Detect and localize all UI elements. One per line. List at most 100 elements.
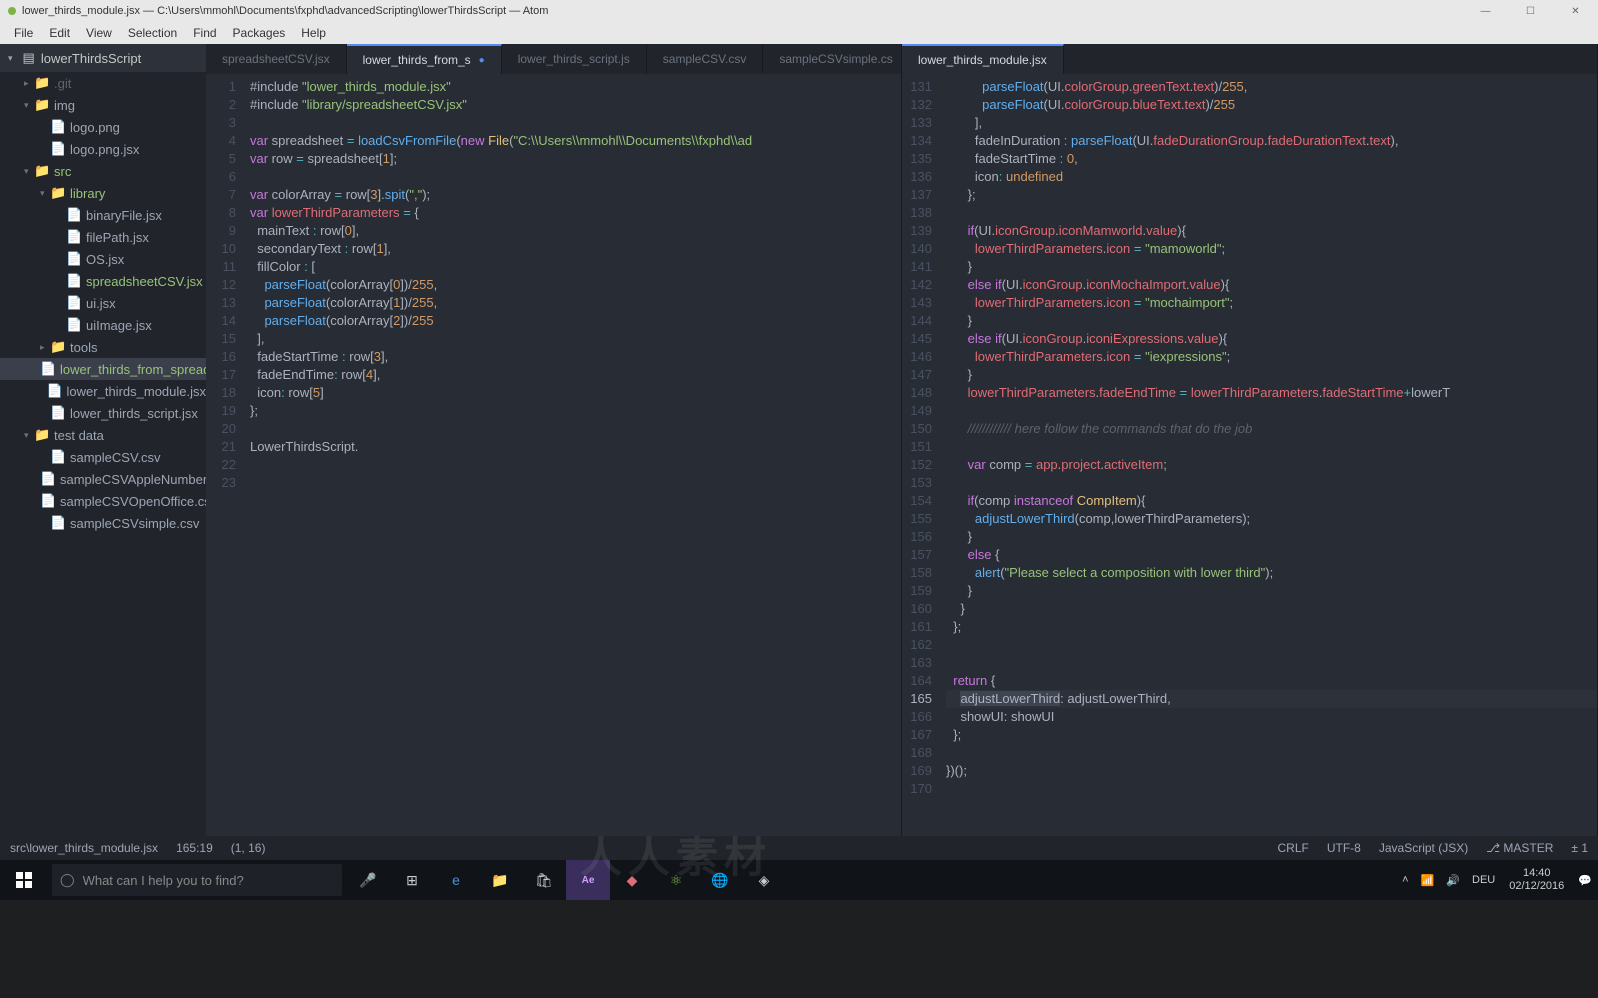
editor-tab[interactable]: spreadsheetCSV.jsx <box>206 44 347 74</box>
menu-view[interactable]: View <box>78 26 120 40</box>
tray-network-icon[interactable]: 📶 <box>1415 874 1441 887</box>
tree-item-label: binaryFile.jsx <box>86 208 162 223</box>
code-editor-right[interactable]: 1311321331341351361371381391401411421431… <box>902 74 1597 836</box>
status-encoding[interactable]: UTF-8 <box>1327 841 1361 855</box>
tree-item[interactable]: 📄filePath.jsx <box>0 226 206 248</box>
editor-tab[interactable]: sampleCSVsimple.cs <box>763 44 909 74</box>
tree-item-label: sampleCSVOpenOffice.csv <box>60 494 206 509</box>
tree-item[interactable]: 📄logo.png.jsx <box>0 138 206 160</box>
maximize-button[interactable]: ☐ <box>1508 0 1553 22</box>
editor-tab[interactable]: lower_thirds_module.jsx <box>902 44 1064 74</box>
tree-item[interactable]: 📄sampleCSVAppleNumbers.cs <box>0 468 206 490</box>
task-view-icon[interactable]: ⊞ <box>390 860 434 900</box>
folder-icon: 📁 <box>50 339 66 355</box>
code-area[interactable]: parseFloat(UI.colorGroup.greenText.text)… <box>942 74 1597 836</box>
store-icon[interactable]: 🛍 <box>522 860 566 900</box>
tree-item[interactable]: 📁img <box>0 94 206 116</box>
folder-icon: 📁 <box>34 163 50 179</box>
file-icon: 📄 <box>50 405 66 421</box>
chevron-down-icon <box>24 430 34 441</box>
tab-label: lower_thirds_module.jsx <box>918 53 1047 67</box>
tab-label: sampleCSV.csv <box>663 52 747 66</box>
tree-item-label: ui.jsx <box>86 296 116 311</box>
menu-packages[interactable]: Packages <box>225 26 294 40</box>
file-icon: 📄 <box>66 251 82 267</box>
editor-tab[interactable]: lower_thirds_from_s● <box>347 44 502 74</box>
editor-tab[interactable]: lower_thirds_script.js <box>502 44 647 74</box>
file-icon: 📄 <box>50 515 66 531</box>
tree-item[interactable]: 📄spreadsheetCSV.jsx <box>0 270 206 292</box>
tree-item[interactable]: 📄lower_thirds_script.jsx <box>0 402 206 424</box>
tree-item[interactable]: 📁 tools <box>0 336 206 358</box>
explorer-icon[interactable]: 📁 <box>478 860 522 900</box>
line-gutter: 1234567891011121314151617181920212223 <box>206 74 246 836</box>
file-icon: 📄 <box>66 229 82 245</box>
file-icon: 📄 <box>47 383 63 399</box>
mic-icon[interactable]: 🎤 <box>346 860 390 900</box>
status-line-ending[interactable]: CRLF <box>1278 841 1309 855</box>
tree-item-label: spreadsheetCSV.jsx <box>86 274 203 289</box>
status-branch[interactable]: ⎇ MASTER <box>1486 841 1553 855</box>
tree-item[interactable]: 📁library <box>0 182 206 204</box>
tab-label: spreadsheetCSV.jsx <box>222 52 330 66</box>
tray-language[interactable]: DEU <box>1466 874 1501 886</box>
tree-item[interactable]: 📄uiImage.jsx <box>0 314 206 336</box>
file-icon: 📄 <box>66 317 82 333</box>
menu-selection[interactable]: Selection <box>120 26 185 40</box>
tree-item-label: sampleCSVAppleNumbers.cs <box>60 472 206 487</box>
project-name: lowerThirdsScript <box>41 51 141 66</box>
menu-edit[interactable]: Edit <box>41 26 78 40</box>
cortana-search[interactable]: ◯ What can I help you to find? <box>52 864 342 896</box>
tray-chevron-icon[interactable]: ˄ <box>1396 874 1414 886</box>
tree-item-label: test data <box>54 428 104 443</box>
menu-find[interactable]: Find <box>185 26 224 40</box>
tree-item-label: src <box>54 164 71 179</box>
tree-root[interactable]: ▤ lowerThirdsScript <box>0 44 206 72</box>
tab-bar-left: spreadsheetCSV.jsx lower_thirds_from_s●lo… <box>206 44 901 74</box>
tree-item[interactable]: 📄sampleCSVOpenOffice.csv <box>0 490 206 512</box>
file-tree[interactable]: ▤ lowerThirdsScript 📁.git📁img📄logo.png📄l… <box>0 44 206 836</box>
tree-item[interactable]: 📄ui.jsx <box>0 292 206 314</box>
atom-icon[interactable]: ⚛ <box>654 860 698 900</box>
tree-item[interactable]: 📁 src <box>0 160 206 182</box>
aftereffects-icon[interactable]: Ae <box>566 860 610 900</box>
chrome-icon[interactable]: 🌐 <box>698 860 742 900</box>
close-button[interactable]: ✕ <box>1553 0 1598 22</box>
app-icon[interactable]: ◆ <box>610 860 654 900</box>
editor-pane-right: lower_thirds_module.jsx 1311321331341351… <box>902 44 1598 836</box>
file-icon: 📄 <box>66 207 82 223</box>
tree-item[interactable]: 📁test data <box>0 424 206 446</box>
folder-icon: 📁 <box>34 97 50 113</box>
app2-icon[interactable]: ◈ <box>742 860 786 900</box>
status-cursor-pos[interactable]: 165:19 <box>176 841 213 855</box>
start-button[interactable] <box>0 860 48 900</box>
tray-volume-icon[interactable]: 🔊 <box>1440 874 1466 887</box>
tree-item-label: tools <box>70 340 97 355</box>
editor-tab[interactable]: sampleCSV.csv <box>647 44 764 74</box>
menu-bar: File Edit View Selection Find Packages H… <box>0 22 1598 44</box>
menu-file[interactable]: File <box>6 26 41 40</box>
tab-bar-right: lower_thirds_module.jsx <box>902 44 1597 74</box>
tree-item[interactable]: 📄 binaryFile.jsx <box>0 204 206 226</box>
tree-item[interactable]: 📄sampleCSV.csv <box>0 446 206 468</box>
file-icon: 📄 <box>50 119 66 135</box>
tree-item-label: library <box>70 186 105 201</box>
status-filepath[interactable]: src\lower_thirds_module.jsx <box>10 841 158 855</box>
status-language[interactable]: JavaScript (JSX) <box>1379 841 1468 855</box>
edge-icon[interactable]: e <box>434 860 478 900</box>
tree-item[interactable]: 📄logo.png <box>0 116 206 138</box>
status-changes[interactable]: ± 1 <box>1571 841 1588 855</box>
menu-help[interactable]: Help <box>293 26 334 40</box>
code-area[interactable]: #include "lower_thirds_module.jsx"#inclu… <box>246 74 901 836</box>
status-selection: (1, 16) <box>231 841 266 855</box>
tree-item[interactable]: 📄OS.jsx <box>0 248 206 270</box>
tree-item[interactable]: 📄lower_thirds_module.jsx <box>0 380 206 402</box>
tree-item[interactable]: 📄lower_thirds_from_spreadshe <box>0 358 206 380</box>
tree-item[interactable]: 📄sampleCSVsimple.csv <box>0 512 206 534</box>
tree-item[interactable]: 📁.git <box>0 72 206 94</box>
code-editor-left[interactable]: 1234567891011121314151617181920212223 #i… <box>206 74 901 836</box>
notifications-icon[interactable]: 💬 <box>1572 874 1598 887</box>
minimize-button[interactable]: — <box>1463 0 1508 22</box>
tray-clock[interactable]: 14:40 02/12/2016 <box>1501 867 1572 893</box>
search-placeholder: What can I help you to find? <box>83 873 244 888</box>
